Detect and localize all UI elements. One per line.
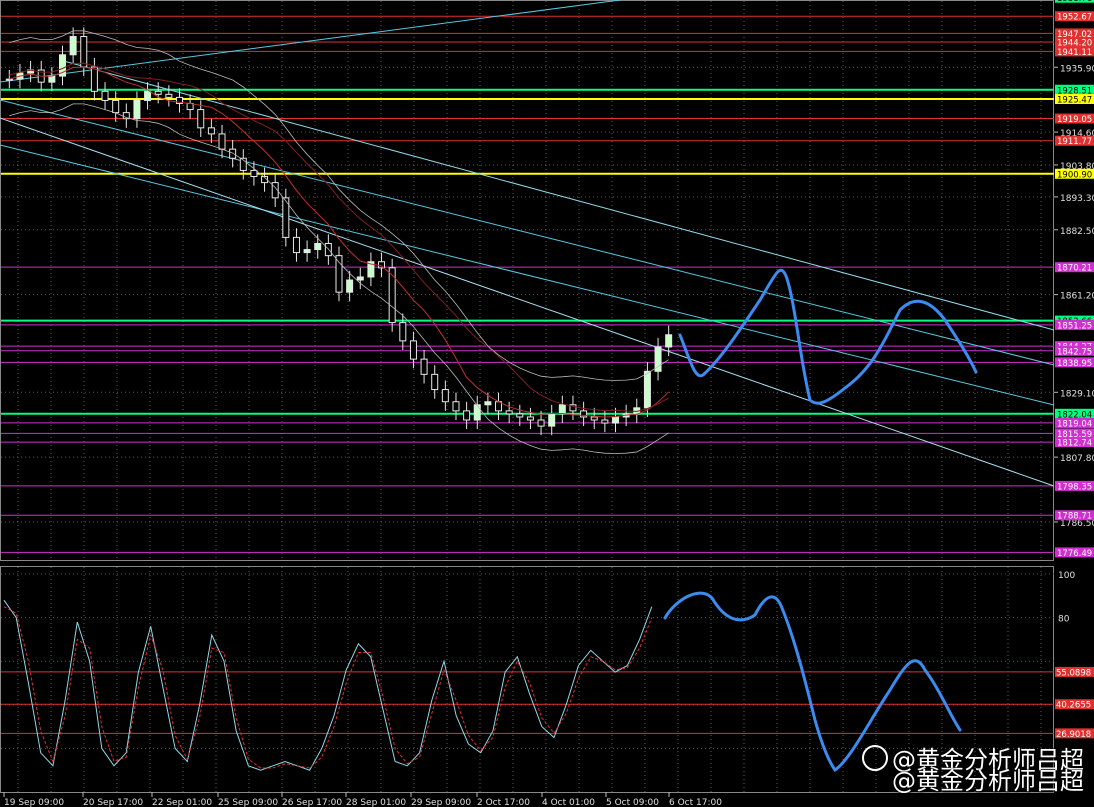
candle-body	[516, 413, 524, 418]
candles	[5, 27, 673, 436]
candle-body	[165, 93, 173, 98]
x-tick-label: 22 Sep 01:00	[152, 798, 212, 807]
price-level-label: 1958.76	[1057, 0, 1092, 4]
candle-body	[356, 276, 364, 281]
candle-body	[612, 416, 620, 424]
watermark-text-2: @黄金分析师吕超	[892, 767, 1084, 795]
candle-body	[218, 133, 226, 150]
candle-body	[250, 169, 258, 178]
candle-body	[399, 322, 407, 342]
price-level-label: 1911.77	[1057, 137, 1092, 147]
forecast-path-oscillator	[663, 591, 962, 773]
candle-body	[112, 99, 120, 114]
candle-body	[335, 255, 343, 293]
candle-body	[292, 236, 300, 254]
candle-body	[80, 36, 88, 68]
candle-body	[346, 279, 354, 293]
candle-body	[420, 358, 428, 375]
candle-body	[90, 66, 98, 92]
price-level-label: 1941.11	[1057, 48, 1092, 58]
candle-body	[548, 413, 556, 427]
weibo-icon	[862, 745, 888, 771]
candle-body	[601, 419, 609, 424]
candle-body	[314, 242, 322, 251]
y-tick-label: 1807.80	[1060, 454, 1094, 464]
candle-body	[378, 261, 386, 269]
price-level-label: 1812.74	[1057, 439, 1092, 449]
x-tick-label: 6 Oct 17:00	[669, 798, 722, 807]
candle-body	[484, 401, 492, 406]
price-level-label: 1925.47	[1057, 96, 1092, 106]
candle-body	[409, 340, 417, 360]
candle-body	[69, 36, 77, 56]
candle-body	[473, 404, 481, 421]
price-level-label: 1788.71	[1057, 512, 1092, 522]
candle-body	[526, 416, 534, 421]
candle-body	[5, 78, 13, 81]
stochastic-k-line	[3, 599, 653, 771]
trading-chart: 1935.901914.601903.801893.301882.501861.…	[0, 0, 1094, 807]
grid	[1, 1, 1054, 792]
x-tick-label: 28 Sep 01:00	[346, 798, 406, 807]
candle-body	[452, 401, 460, 412]
band-upper	[9, 30, 669, 381]
y-tick-label: 1935.90	[1060, 64, 1094, 74]
candle-body	[197, 109, 205, 129]
y-tick-label: 1882.50	[1060, 227, 1094, 237]
price-level-label: 1776.49	[1057, 549, 1092, 559]
candle-body	[388, 267, 396, 324]
y-tick-label: 1861.20	[1060, 292, 1094, 302]
price-level-label: 1851.25	[1057, 321, 1092, 331]
candle-body	[144, 90, 152, 101]
price-level-label: 1952.67	[1057, 13, 1092, 23]
candle-body	[441, 389, 449, 403]
candle-body	[643, 370, 651, 409]
candle-body	[303, 249, 311, 254]
price-level-label: 1838.95	[1057, 359, 1092, 369]
y-tick-label: 1829.10	[1060, 389, 1094, 399]
candle-body	[207, 127, 215, 135]
osc-y-tick-label: 80	[1058, 615, 1070, 625]
candle-body	[101, 90, 109, 101]
y-tick-label: 1893.30	[1060, 194, 1094, 204]
candle-body	[463, 410, 471, 421]
price-level-label: 1900.90	[1057, 170, 1092, 180]
x-tick-label: 26 Sep 17:00	[282, 798, 342, 807]
osc-level-label: 40.2655	[1056, 701, 1091, 711]
forecast-path-main	[678, 268, 978, 405]
candle-body	[590, 416, 598, 421]
trend-line	[59, 59, 1055, 331]
candle-body	[229, 148, 237, 159]
x-tick-label: 4 Oct 01:00	[542, 798, 595, 807]
candle-body	[133, 99, 141, 120]
trend-line	[0, 144, 1055, 406]
watermark-line-2: @黄金分析师吕超	[892, 768, 1084, 794]
candle-body	[48, 75, 56, 83]
osc-y-tick-label: 100	[1058, 571, 1075, 581]
price-level-label: 1798.35	[1057, 482, 1092, 492]
x-tick-label: 20 Sep 17:00	[83, 798, 143, 807]
price-level-label: 1919.05	[1057, 115, 1092, 125]
candle-body	[505, 410, 513, 415]
moving-average-fast	[9, 66, 670, 418]
x-tick-label: 29 Sep 09:00	[411, 798, 471, 807]
candle-body	[665, 334, 673, 348]
x-tick-label: 5 Oct 09:00	[606, 798, 659, 807]
price-level-label: 1842.75	[1057, 347, 1092, 357]
x-tick-label: 25 Sep 09:00	[218, 798, 278, 807]
candle-body	[186, 102, 194, 111]
moving-average-slow	[9, 62, 669, 412]
osc-level-label: 26.9018	[1056, 730, 1091, 740]
candle-body	[558, 404, 566, 415]
price-level-label: 1819.04	[1057, 419, 1092, 429]
osc-level-label: 55.0898	[1056, 668, 1091, 678]
x-tick-label: 19 Sep 09:00	[4, 798, 64, 807]
x-tick-label: 2 Oct 17:00	[477, 798, 530, 807]
candle-body	[431, 373, 439, 391]
price-level-label: 1870.21	[1057, 264, 1092, 274]
candle-body	[154, 90, 162, 95]
candle-body	[537, 419, 545, 427]
